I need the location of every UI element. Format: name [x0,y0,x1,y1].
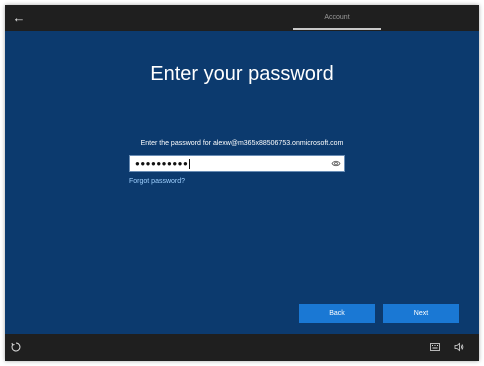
text-caret [189,158,191,169]
back-button[interactable]: Back [299,304,375,323]
password-input[interactable]: ●●●●●●●●●● [129,155,345,172]
next-button[interactable]: Next [383,304,459,323]
keyboard-icon[interactable] [430,343,440,351]
oobe-window: ← Account Enter your password Enter the … [5,5,479,361]
ease-of-access-icon[interactable] [11,342,21,352]
tab-underline [293,28,381,30]
password-prompt: Enter the password for alexw@m365x885067… [140,140,344,147]
bottom-bar [5,334,479,361]
password-value: ●●●●●●●●●● [135,158,191,169]
eye-icon[interactable] [331,159,341,168]
page-title: Enter your password [150,63,334,85]
back-arrow-icon[interactable]: ← [11,10,27,26]
top-bar: ← Account [5,5,479,31]
forgot-password-link[interactable]: Forgot password? [129,178,185,185]
volume-icon[interactable] [454,342,464,352]
